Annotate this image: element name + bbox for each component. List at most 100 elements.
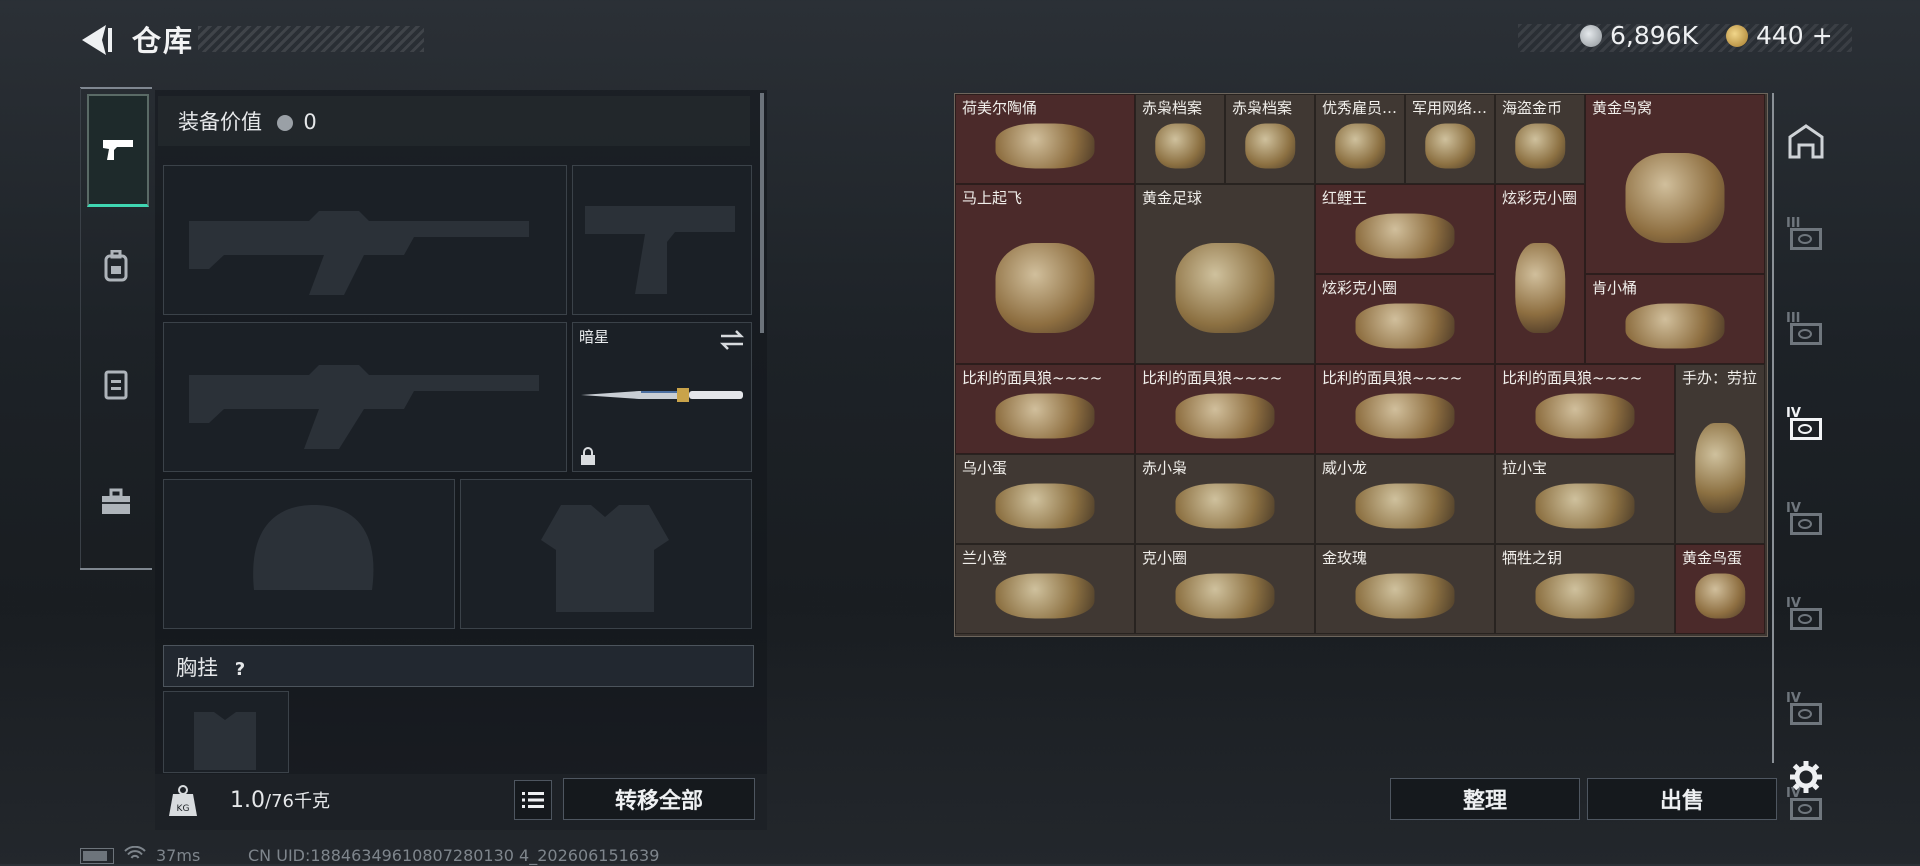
inventory-item[interactable]: 威小龙 <box>1315 454 1495 544</box>
tab-armor[interactable] <box>87 330 145 438</box>
sort-button[interactable]: 整理 <box>1390 778 1580 820</box>
swap-arrows-icon[interactable] <box>719 329 745 351</box>
melee-name: 暗星 <box>579 328 610 346</box>
inventory-item[interactable]: 金玫瑰 <box>1315 544 1495 634</box>
item-name: 比利的面具狼~~~~ <box>1502 369 1643 387</box>
storage-tier-label: IV <box>1786 501 1801 516</box>
sell-button[interactable]: 出售 <box>1587 778 1777 820</box>
chest-rig-label: 胸挂 ? <box>176 652 245 682</box>
item-name: 比利的面具狼~~~~ <box>1142 369 1283 387</box>
inventory-item[interactable]: 手办：劳拉 <box>1675 364 1765 544</box>
inventory-item[interactable]: 黄金足球 <box>1135 184 1315 364</box>
item-image <box>1175 393 1275 439</box>
item-name: 炫彩克小圈 <box>1322 279 1398 297</box>
primary-weapon-slot-1[interactable] <box>163 165 567 315</box>
token-balance[interactable]: 440 + <box>1726 21 1833 50</box>
item-image <box>1175 243 1275 334</box>
storage-home-icon <box>1788 124 1824 159</box>
inventory-item[interactable]: 牺牲之钥 <box>1495 544 1675 634</box>
inventory-item[interactable]: 炫彩克小圈 <box>1495 184 1585 364</box>
storage-tabs-divider <box>1772 93 1774 763</box>
briefcase-icon <box>102 488 130 514</box>
inventory-item[interactable]: 乌小蛋 <box>955 454 1135 544</box>
inventory-item[interactable]: 比利的面具狼~~~~ <box>1135 364 1315 454</box>
inventory-item[interactable]: 比利的面具狼~~~~ <box>1315 364 1495 454</box>
item-name: 军用网络… <box>1412 99 1488 117</box>
storage-tab-5[interactable]: IV <box>1782 596 1830 637</box>
help-icon[interactable]: ? <box>235 659 245 680</box>
battery-icon <box>80 848 114 864</box>
armor-slot[interactable] <box>460 479 752 629</box>
title-decoration <box>198 26 424 52</box>
item-image <box>995 243 1095 334</box>
storage-tier-label: IV <box>1786 691 1801 706</box>
triangle-token-icon <box>1726 24 1748 47</box>
inventory-item[interactable]: 黄金鸟窝 <box>1585 94 1765 274</box>
inventory-item[interactable]: 拉小宝 <box>1495 454 1675 544</box>
storage-box-icon: IV <box>1786 691 1826 729</box>
item-name: 拉小宝 <box>1502 459 1548 477</box>
storage-tier-label: III <box>1786 311 1801 326</box>
weight-kg-icon: KG <box>168 784 198 818</box>
inventory-item[interactable]: 比利的面具狼~~~~ <box>1495 364 1675 454</box>
storage-box-icon: IV <box>1786 406 1826 444</box>
chest-rig-slot[interactable] <box>163 691 289 773</box>
storage-tab-1[interactable]: III <box>1782 216 1830 257</box>
item-image <box>1535 573 1635 619</box>
storage-tab-6[interactable]: IV <box>1782 691 1830 732</box>
item-image <box>1175 573 1275 619</box>
back-arrow-icon[interactable] <box>78 22 114 58</box>
settings-button[interactable] <box>1782 757 1830 797</box>
rifle-placeholder-icon <box>189 365 539 449</box>
sidearm-slot[interactable] <box>572 165 752 315</box>
tab-all-storage[interactable] <box>1782 121 1830 161</box>
value-label: 装备价值 <box>178 110 262 134</box>
inventory-item[interactable]: 优秀雇员… <box>1315 94 1405 184</box>
storage-tabs: III III IV IV IV IV IV <box>1776 93 1832 820</box>
add-token-button[interactable]: + <box>1812 21 1833 50</box>
primary-weapon-slot-2[interactable] <box>163 322 567 472</box>
tab-backpack[interactable] <box>87 212 145 320</box>
inventory-item[interactable]: 比利的面具狼~~~~ <box>955 364 1135 454</box>
melee-slot[interactable]: 暗星 <box>572 322 752 472</box>
item-name: 克小圈 <box>1142 549 1188 567</box>
svg-text:KG: KG <box>177 804 190 814</box>
item-name: 黄金鸟蛋 <box>1682 549 1743 567</box>
vest-icon <box>104 370 128 400</box>
coin-balance: 6,896K <box>1580 21 1698 50</box>
inventory-item[interactable]: 赤枭档案 <box>1225 94 1315 184</box>
tab-case[interactable] <box>87 448 145 556</box>
list-view-button[interactable] <box>514 780 552 820</box>
inventory-item[interactable]: 克小圈 <box>1135 544 1315 634</box>
item-name: 赤小枭 <box>1142 459 1188 477</box>
item-name: 赤枭档案 <box>1142 99 1203 117</box>
chest-rig-placeholder-icon <box>194 712 256 770</box>
storage-tab-4[interactable]: IV <box>1782 501 1830 542</box>
inventory-item[interactable]: 红鲤王 <box>1315 184 1495 274</box>
item-image <box>995 123 1095 169</box>
inventory-item[interactable]: 海盗金币 <box>1495 94 1585 184</box>
item-image <box>1355 483 1455 529</box>
tab-weapons[interactable] <box>87 94 149 207</box>
knife-item-icon <box>581 388 743 402</box>
inventory-item[interactable]: 赤枭档案 <box>1135 94 1225 184</box>
transfer-all-button[interactable]: 转移全部 <box>563 778 755 820</box>
inventory-item[interactable]: 赤小枭 <box>1135 454 1315 544</box>
storage-tab-3[interactable]: IV <box>1782 406 1830 447</box>
inventory-item[interactable]: 黄金鸟蛋 <box>1675 544 1765 634</box>
chest-rig-title: 胸挂 <box>176 656 218 680</box>
inventory-item[interactable]: 马上起飞 <box>955 184 1135 364</box>
inventory-item[interactable]: 军用网络… <box>1405 94 1495 184</box>
inventory-item[interactable]: 兰小登 <box>955 544 1135 634</box>
equipment-scrollbar[interactable] <box>760 93 764 333</box>
weight-current: 1.0 <box>230 788 265 813</box>
helmet-slot[interactable] <box>163 479 455 629</box>
page-title: 仓库 <box>132 24 195 58</box>
storage-tab-2[interactable]: III <box>1782 311 1830 352</box>
inventory-item[interactable]: 荷美尔陶俑 <box>955 94 1135 184</box>
item-image <box>995 573 1095 619</box>
inventory-item[interactable]: 炫彩克小圈 <box>1315 274 1495 364</box>
inventory-item[interactable]: 肯小桶 <box>1585 274 1765 364</box>
backpack-icon <box>104 250 128 282</box>
item-name: 比利的面具狼~~~~ <box>962 369 1103 387</box>
